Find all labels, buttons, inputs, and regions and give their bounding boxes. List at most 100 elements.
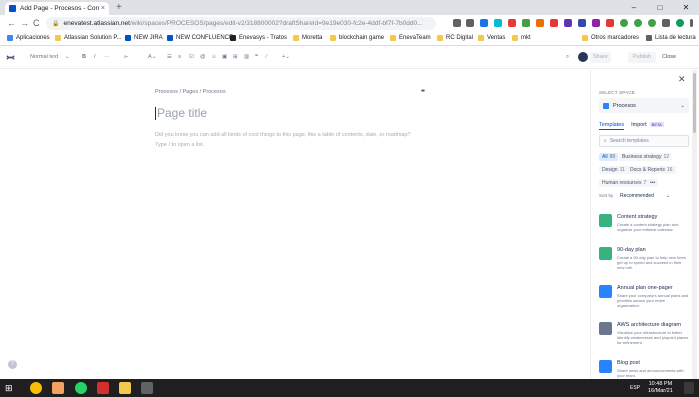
category-chip-design[interactable]: Design 11	[599, 166, 628, 174]
table-icon[interactable]: ⊞	[233, 54, 238, 60]
forward-button[interactable]: →	[20, 18, 29, 29]
category-chip-all[interactable]: All 88	[599, 153, 619, 161]
file-explorer-icon[interactable]	[119, 382, 131, 394]
template-item[interactable]: 90-day plan Create a 90-day plan to help…	[599, 247, 691, 277]
extension-icon[interactable]	[592, 19, 600, 27]
italic-icon[interactable]: I	[94, 54, 96, 60]
avatar[interactable]	[578, 52, 588, 62]
editor-hint[interactable]: Did you know you can add all kinds of co…	[155, 132, 411, 138]
new-tab-button[interactable]: +	[116, 2, 122, 13]
bold-icon[interactable]: B	[82, 54, 86, 60]
profile-avatar[interactable]	[676, 19, 684, 27]
pdf-icon[interactable]	[97, 382, 109, 394]
bookmark-item[interactable]: blockchain game	[330, 35, 384, 41]
maximize-button[interactable]: □	[647, 0, 673, 15]
extension-icon[interactable]	[508, 19, 516, 27]
minimize-button[interactable]: –	[621, 0, 647, 15]
tab-close-icon[interactable]: ×	[101, 5, 105, 12]
bookmark-item[interactable]: Enevasys - Tratos	[230, 35, 287, 41]
image-icon[interactable]: ▣	[222, 54, 227, 60]
more-actions-icon[interactable]: ••	[421, 88, 425, 95]
menu-dots-icon[interactable]	[690, 19, 693, 27]
chrome-icon[interactable]	[30, 382, 42, 394]
bookmark-item[interactable]: Aplicaciones	[7, 35, 50, 41]
breadcrumb[interactable]: Procesos / Pages / Procesos	[155, 89, 226, 95]
link-icon[interactable]: ⟜	[124, 54, 128, 61]
page-title-input[interactable]: Page title	[155, 106, 207, 121]
extension-icon[interactable]	[606, 19, 614, 27]
extension-icon[interactable]	[564, 19, 572, 27]
template-item[interactable]: Content strategy Create a content strate…	[599, 214, 691, 244]
extension-icon[interactable]	[648, 19, 656, 27]
bookmark-item[interactable]: RC Digital	[437, 35, 473, 41]
chevron-down-icon[interactable]: ⌄	[65, 54, 70, 60]
whatsapp-icon[interactable]	[75, 382, 87, 394]
bookmark-item[interactable]: Lista de lectura	[646, 35, 696, 41]
bookmark-item[interactable]: Otros marcadores	[582, 35, 639, 41]
bookmark-star-icon[interactable]	[466, 19, 474, 27]
back-button[interactable]: ←	[7, 18, 16, 29]
bookmark-item[interactable]: mkt	[512, 35, 531, 41]
mention-icon[interactable]: @	[200, 54, 206, 60]
confluence-logo-icon[interactable]	[6, 53, 15, 62]
browser-tab-strip: Add Page - Procesos - Confluence × + – □…	[0, 0, 699, 15]
extension-icon[interactable]	[536, 19, 544, 27]
extension-icon[interactable]	[620, 19, 628, 27]
close-editor-button[interactable]: Close	[662, 54, 676, 60]
help-icon[interactable]: ?	[8, 360, 17, 369]
bookmark-item[interactable]: Atlassian Solution P...	[55, 35, 122, 41]
text-color-icon[interactable]: A⌄	[148, 54, 156, 60]
template-item[interactable]: AWS architecture diagram Visualize your …	[599, 322, 691, 352]
close-icon[interactable]: ✕	[678, 74, 686, 85]
address-bar[interactable]: 🔒 enevatest.atlassian.net /wiki/spaces/P…	[46, 17, 436, 30]
language-indicator[interactable]: ESP	[630, 385, 640, 391]
taskbar-app-icon[interactable]	[141, 382, 153, 394]
space-select[interactable]: Procesos ⌄	[599, 98, 689, 113]
layout-icon[interactable]: ▥	[244, 54, 249, 60]
tab-templates[interactable]: Templates	[599, 122, 625, 130]
more-categories-button[interactable]: •••	[647, 179, 659, 187]
extension-icon[interactable]	[550, 19, 558, 27]
tab-import[interactable]: Import BETA	[631, 122, 664, 130]
reload-button[interactable]: C	[33, 18, 40, 29]
template-search-input[interactable]: ⌕ Search templates	[599, 135, 689, 147]
bullet-list-icon[interactable]: ☰	[167, 54, 172, 60]
editor-hint-slash[interactable]: Type / to open a list.	[155, 142, 204, 148]
puzzle-icon[interactable]	[662, 19, 670, 27]
browser-tab[interactable]: Add Page - Procesos - Confluence ×	[5, 2, 109, 15]
template-item[interactable]: Annual plan one-pager Share your company…	[599, 285, 691, 315]
windows-start-icon[interactable]: ⊞	[5, 382, 17, 394]
share-button[interactable]: Share	[590, 52, 611, 63]
text-style-dropdown[interactable]: Normal text	[30, 54, 58, 60]
scrollbar-thumb[interactable]	[693, 73, 696, 133]
bookmark-item[interactable]: NEW JIRA	[125, 35, 163, 41]
translate-icon[interactable]	[453, 19, 461, 27]
category-chip-human-resources[interactable]: Human resources 7	[599, 179, 650, 187]
notifications-icon[interactable]	[684, 382, 694, 394]
bookmark-item[interactable]: Ventas	[478, 35, 505, 41]
bookmark-item[interactable]: EnevaTeam	[390, 35, 431, 41]
extension-icon[interactable]	[522, 19, 530, 27]
extension-icon[interactable]	[480, 19, 488, 27]
sort-select[interactable]: Recommended ⌄	[617, 191, 673, 200]
taskbar-clock[interactable]: 10:48 PM 16/Mar/21	[648, 381, 673, 395]
extension-icon[interactable]	[494, 19, 502, 27]
search-icon[interactable]: ⌕	[566, 54, 569, 61]
quote-icon[interactable]: ❝	[255, 54, 258, 60]
bookmark-item[interactable]: Moretta	[293, 35, 322, 41]
more-formatting-icon[interactable]: ···	[104, 54, 110, 60]
insert-icon[interactable]: +⌄	[282, 54, 290, 60]
emoji-icon[interactable]: ☺	[211, 54, 217, 60]
category-chip-docs-reports[interactable]: Docs & Reports 16	[627, 166, 676, 174]
code-icon[interactable]: ⁄	[266, 54, 267, 60]
numbered-list-icon[interactable]: ≡	[178, 54, 181, 60]
checkbox-icon[interactable]: ☑	[189, 54, 194, 60]
taskbar-app-icon[interactable]	[52, 382, 64, 394]
publish-button[interactable]: Publish	[628, 52, 657, 63]
extension-icon[interactable]	[634, 19, 642, 27]
extension-icon[interactable]	[578, 19, 586, 27]
category-chip-business-strategy[interactable]: Business strategy 12	[619, 153, 673, 161]
bookmark-item[interactable]: NEW CONFLUENCE	[167, 35, 233, 41]
close-window-button[interactable]: ✕	[673, 0, 699, 15]
bookmark-label: Atlassian Solution P...	[64, 35, 122, 41]
